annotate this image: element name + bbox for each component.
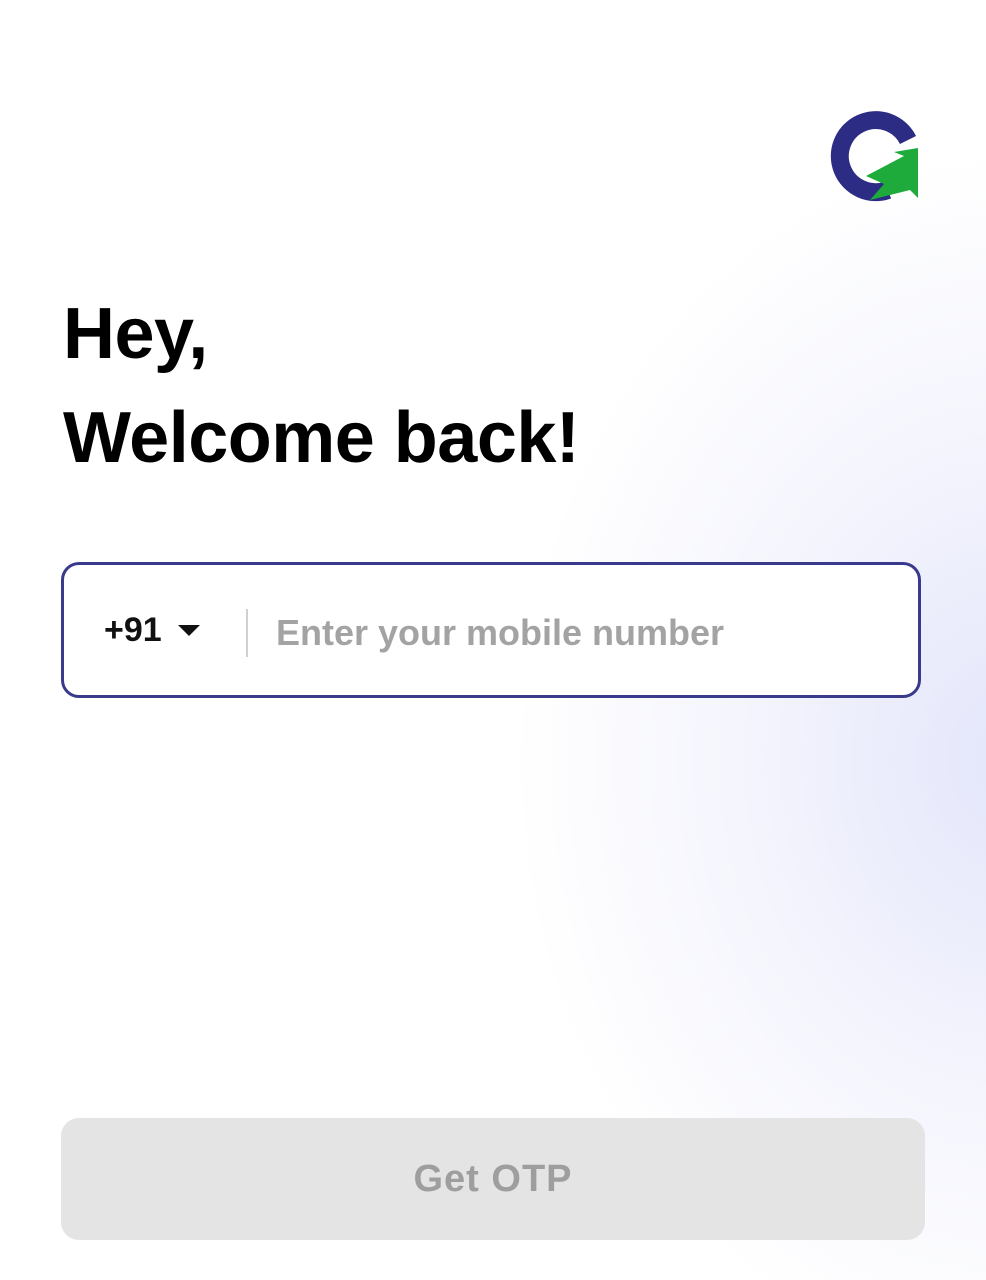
page-title: Hey, Welcome back! [63,282,580,490]
field-divider [246,609,248,657]
greeting-line-1: Hey, [63,294,208,374]
brand-logo [826,104,922,204]
greeting-line-2: Welcome back! [63,398,580,478]
mobile-number-field: +91 [61,562,921,698]
brand-g-logo-icon [830,111,918,202]
country-code-dropdown[interactable]: +91 [104,565,200,695]
mobile-number-input[interactable] [276,595,896,671]
caret-down-icon [177,624,200,636]
get-otp-button[interactable]: Get OTP [61,1118,925,1240]
country-code-label: +91 [104,610,162,649]
